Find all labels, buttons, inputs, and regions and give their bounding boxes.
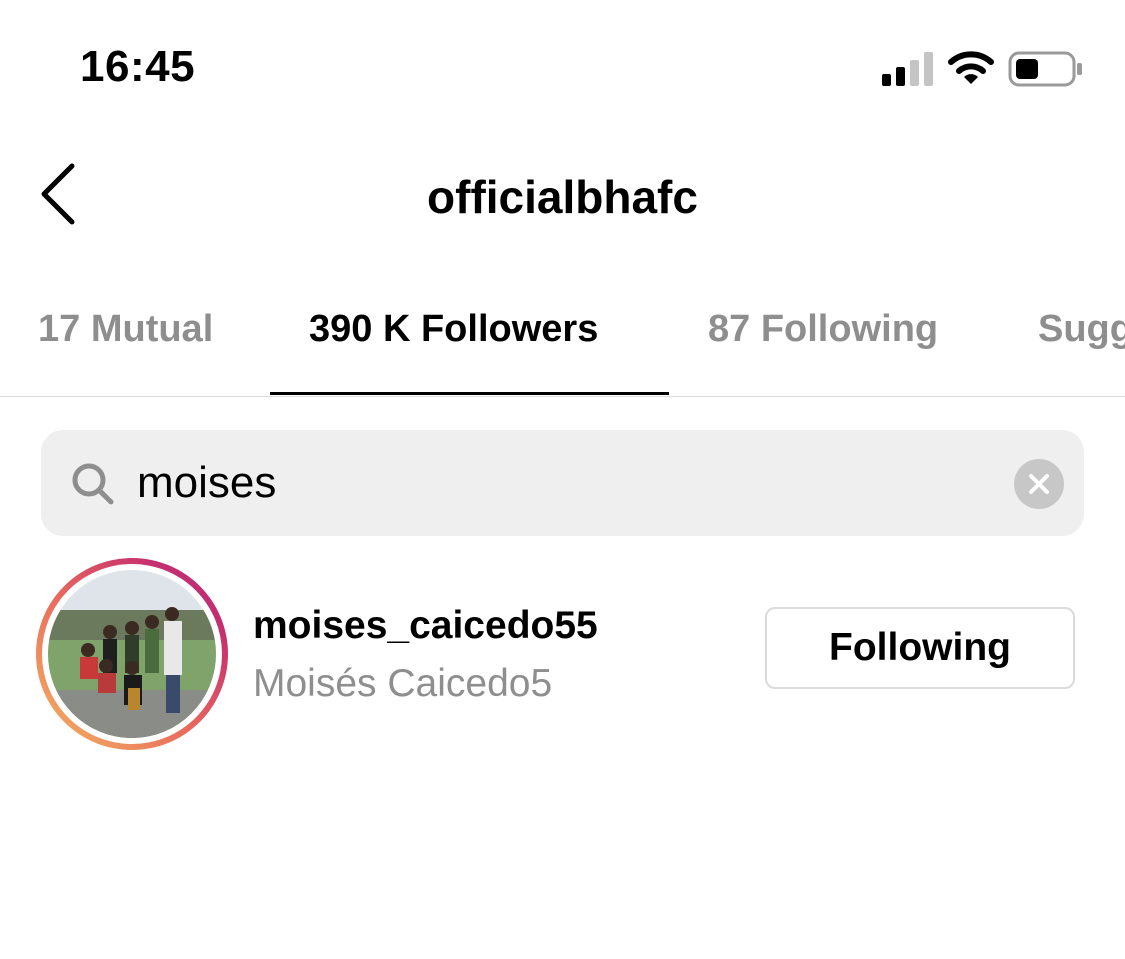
clear-icon [1029, 474, 1049, 494]
tab-mutual[interactable]: 17 Mutual [38, 308, 213, 351]
status-time: 16:45 [80, 42, 196, 91]
avatar [48, 570, 216, 738]
username[interactable]: moises_caicedo55 [253, 604, 598, 648]
full-name: Moisés Caicedo5 [253, 662, 553, 705]
page-title: officialbhafc [427, 171, 698, 223]
clear-search-button[interactable] [1014, 459, 1064, 509]
search-input[interactable] [137, 452, 997, 514]
wifi-icon [948, 51, 994, 84]
following-button[interactable]: Following [765, 607, 1075, 689]
tab-followers[interactable]: 390 K Followers [309, 308, 598, 351]
active-tab-indicator [270, 392, 669, 395]
battery-icon [1008, 51, 1082, 87]
avatar-story-ring[interactable] [36, 558, 228, 750]
tab-suggested[interactable]: Sugg [1038, 308, 1125, 351]
list-item[interactable]: moises_caicedo55 Moisés Caicedo5 Followi… [0, 556, 1125, 752]
signal-icon [882, 52, 933, 86]
search-icon [72, 463, 114, 505]
tab-following[interactable]: 87 Following [708, 308, 938, 351]
search-bar [41, 430, 1084, 536]
tab-bar: 17 Mutual 390 K Followers 87 Following S… [0, 300, 1125, 397]
